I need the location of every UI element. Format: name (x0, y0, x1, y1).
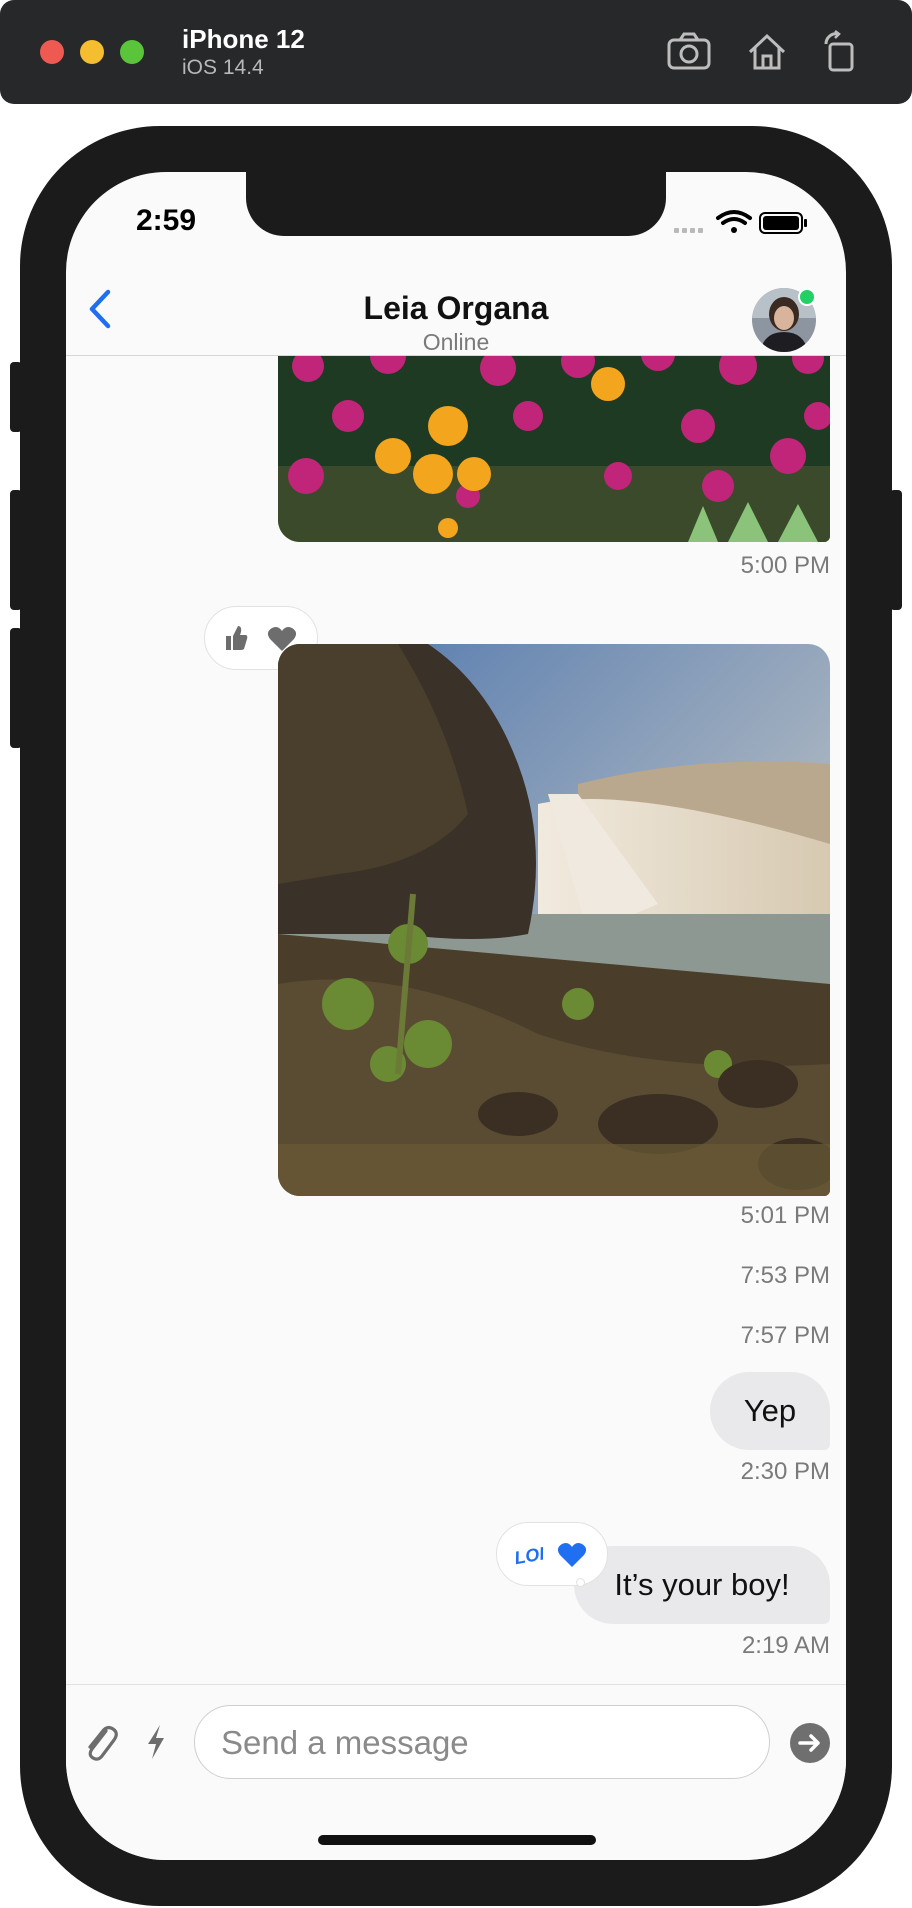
message-composer (66, 1684, 846, 1860)
message-bubble[interactable]: Yep (710, 1372, 830, 1450)
home-icon[interactable] (744, 30, 790, 74)
rotate-icon[interactable] (818, 30, 864, 74)
thumbs-up-icon[interactable] (223, 624, 249, 657)
message-timestamp: 5:01 PM (740, 1202, 830, 1229)
svg-text:LOL: LOL (513, 1542, 543, 1568)
lol-icon[interactable]: LOL (513, 1540, 552, 1573)
phone-screen: 2:59 Leia Organa Online 5:00 PM 5:01 PM … (66, 172, 846, 1860)
message-image-flowers[interactable] (278, 356, 830, 542)
status-icons (670, 208, 810, 243)
home-indicator[interactable] (318, 1835, 596, 1845)
message-timestamp: 7:53 PM (740, 1262, 830, 1289)
zoom-window-button[interactable] (120, 40, 144, 64)
simulator-title-bar: iPhone 12 iOS 14.4 (0, 0, 912, 104)
message-timestamp: 2:19 AM (741, 1632, 830, 1659)
contact-status: Online (422, 329, 490, 355)
message-timestamp: 2:30 PM (740, 1458, 830, 1485)
lightning-icon[interactable] (144, 1723, 168, 1766)
close-window-button[interactable] (40, 40, 64, 64)
chat-header: Leia Organa Online (66, 264, 846, 356)
battery-icon (759, 212, 807, 234)
message-list[interactable]: 5:00 PM 5:01 PM 7:53 PM 7:57 PM Yep 2:30… (66, 356, 846, 1682)
message-input[interactable] (194, 1705, 770, 1780)
screenshot-icon[interactable] (666, 30, 712, 74)
message-timestamp: 5:00 PM (740, 552, 830, 579)
message-timestamp: 7:57 PM (740, 1322, 830, 1349)
online-indicator (798, 288, 816, 306)
message-bubble[interactable]: It’s your boy! (574, 1546, 830, 1624)
send-icon[interactable] (790, 1723, 830, 1763)
status-time: 2:59 (136, 204, 197, 237)
device-name: iPhone 12 (182, 24, 305, 54)
message-image-waterfall[interactable] (278, 644, 830, 1196)
message-text-field[interactable] (219, 1706, 743, 1780)
heart-icon[interactable] (557, 1542, 587, 1573)
os-version: iOS 14.4 (182, 56, 264, 79)
paperclip-icon[interactable] (82, 1721, 120, 1770)
minimize-window-button[interactable] (80, 40, 104, 64)
contact-name: Leia Organa (363, 290, 549, 326)
notch (246, 172, 666, 236)
wifi-icon (716, 210, 752, 233)
reaction-tail (576, 1578, 585, 1587)
cellular-icon (674, 228, 703, 233)
reaction-bar[interactable]: LOL (496, 1522, 608, 1586)
